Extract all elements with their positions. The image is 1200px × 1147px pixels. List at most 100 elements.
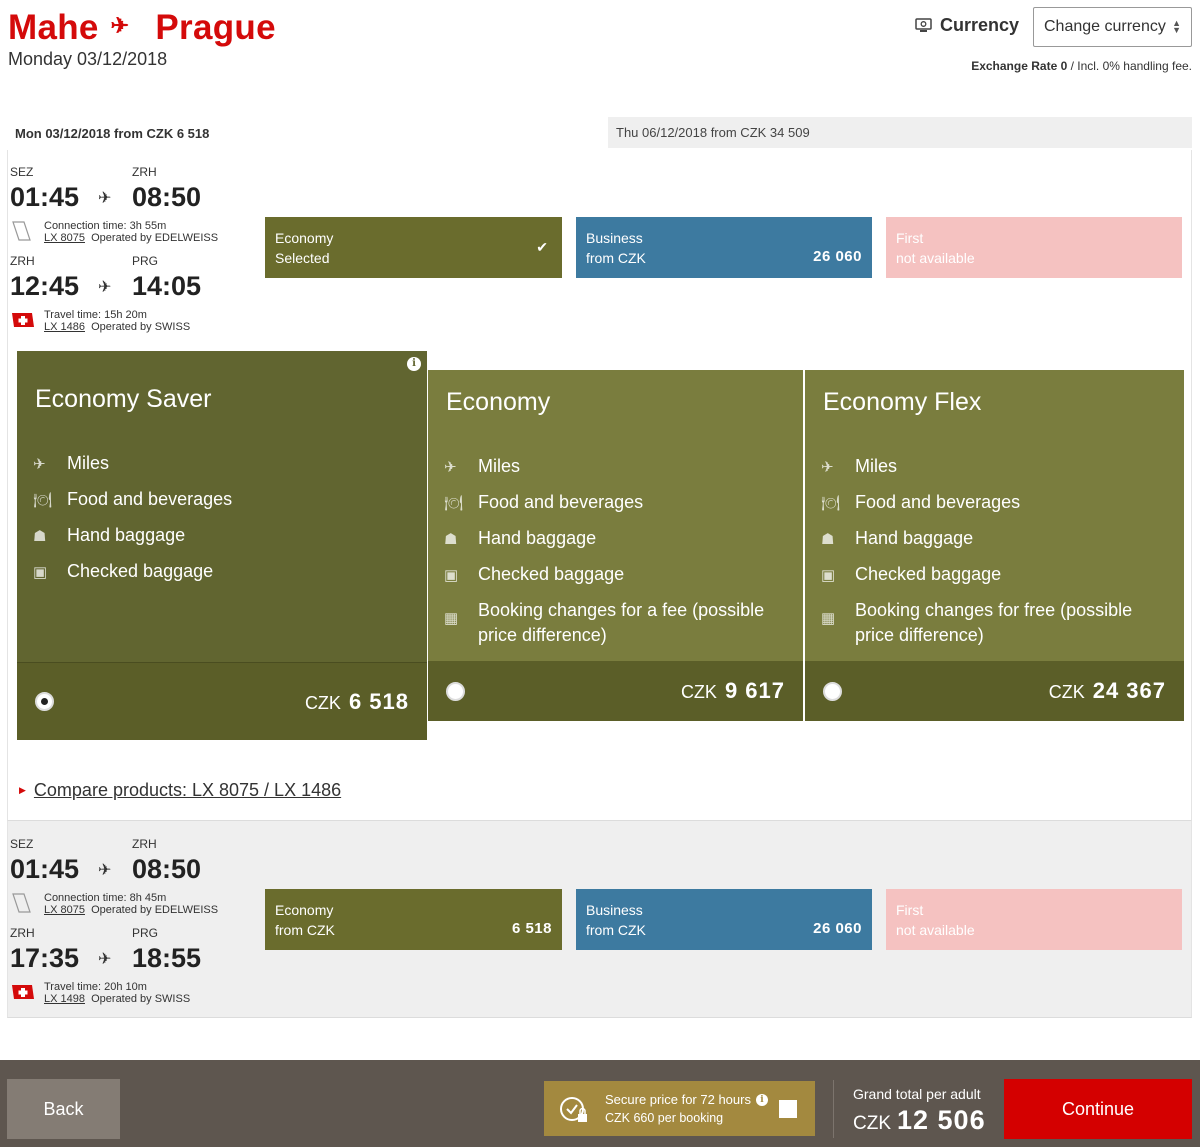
departure-time: 01:45 xyxy=(10,182,80,212)
fare-feature: 🍽 Food and beverages xyxy=(33,487,232,513)
plane-icon: ✈ xyxy=(98,950,112,968)
currency-select[interactable]: Change currency ▲ ▼ xyxy=(1033,7,1192,47)
cabin-economy-1[interactable]: Economy Selected ✔ xyxy=(265,217,562,278)
fare-price: CZK 6 518 xyxy=(304,688,409,714)
info-icon[interactable]: i xyxy=(407,357,421,371)
swiss-logo-icon xyxy=(12,313,34,327)
segment-2-1: SEZ ZRH 01:45 ✈ 08:50 Connection time: 8h 4… xyxy=(10,837,219,916)
flight-number-link[interactable]: LX 1498 xyxy=(44,993,85,1005)
fare-feature: ✈ Miles xyxy=(33,451,232,477)
compare-products-link[interactable]: ▶ Compare products: LX 8075 / LX 1486 xyxy=(19,780,341,801)
travel-date: Monday 03/12/2018 xyxy=(8,49,168,69)
arrival-time: 08:50 xyxy=(132,182,202,212)
fare-feature: ▣ Checked baggage xyxy=(821,562,1155,588)
hand-baggage-icon: ☗ xyxy=(444,531,458,548)
origin-city: Mahe xyxy=(8,8,99,47)
cabin-price: 6 518 xyxy=(511,920,552,937)
fare-feature: ✈ Miles xyxy=(821,454,1155,480)
destination-code: ZRH xyxy=(132,837,157,851)
fare-title: Economy Flex xyxy=(823,388,982,416)
origin-code: ZRH xyxy=(10,254,35,268)
cabin-business-1[interactable]: Business from CZK 26 060 xyxy=(576,217,872,278)
grand-total: Grand total per adult CZK 12 506 xyxy=(853,1086,986,1135)
secure-price-checkbox[interactable] xyxy=(779,1100,797,1118)
flight-number-link[interactable]: LX 8075 xyxy=(44,904,85,916)
info-icon[interactable]: i xyxy=(755,1093,768,1106)
continue-button[interactable]: Continue xyxy=(1004,1079,1192,1139)
destination-code: PRG xyxy=(132,254,159,268)
segment-1-1: SEZ ZRH 01:45 ✈ 08:50 Connection time: 3h 5… xyxy=(10,165,219,244)
fare-feature: 🍽 Food and beverages xyxy=(444,490,778,516)
cabin-first-2: First not available xyxy=(886,889,1182,950)
currency-icon xyxy=(915,18,932,32)
departure-time: 01:45 xyxy=(10,854,80,884)
fare-economy-saver[interactable]: i Economy Saver ✈ Miles 🍽 Food and beverag… xyxy=(17,351,427,740)
fare-price: CZK 24 367 xyxy=(1048,678,1166,703)
edelweiss-logo-icon xyxy=(12,893,31,913)
miles-icon: ✈ xyxy=(821,459,834,476)
secure-price-option[interactable]: Secure price for 72 hours i CZK 660 per b… xyxy=(544,1081,815,1136)
cabin-economy-2[interactable]: Economy from CZK 6 518 xyxy=(265,889,562,950)
departure-time: 12:45 xyxy=(10,271,80,301)
origin-code: ZRH xyxy=(10,926,35,940)
back-button[interactable]: Back xyxy=(7,1079,120,1139)
cabin-price: 26 060 xyxy=(813,248,862,265)
fare-footer: CZK 9 617 xyxy=(428,661,803,721)
fare-feature: ✈ Miles xyxy=(444,454,778,480)
fare-feature: ☗ Hand baggage xyxy=(33,523,232,549)
destination-code: PRG xyxy=(132,926,159,940)
fare-radio[interactable] xyxy=(823,681,842,701)
fare-feature: ▣ Checked baggage xyxy=(444,562,778,588)
fare-feature: 🍽 Food and beverages xyxy=(821,490,1155,516)
checked-baggage-icon: ▣ xyxy=(33,564,48,581)
origin-code: SEZ xyxy=(10,837,34,851)
fare-feature: ☗ Hand baggage xyxy=(821,526,1155,552)
food-icon: 🍽 xyxy=(821,495,841,512)
cabin-price: 26 060 xyxy=(813,920,862,937)
segment-2-2: ZRH PRG 17:35 ✈ 18:55 Travel time: 20h 10m L… xyxy=(10,926,202,1005)
departure-time: 17:35 xyxy=(10,943,80,973)
flight-number-link[interactable]: LX 8075 xyxy=(44,232,85,244)
destination-city: Prague xyxy=(155,8,276,47)
fare-title: Economy xyxy=(446,388,551,416)
food-icon: 🍽 xyxy=(33,492,53,509)
cabin-first-1: First not available xyxy=(886,217,1182,278)
checked-baggage-icon: ▣ xyxy=(821,567,836,584)
hand-baggage-icon: ☗ xyxy=(821,531,835,548)
origin-code: SEZ xyxy=(10,165,34,179)
calendar-icon: ▦ xyxy=(444,610,459,627)
route-title: Mahe ✈ Prague xyxy=(8,8,276,48)
segment-1-2: ZRH PRG 12:45 ✈ 14:05 Travel time: 15h 20m L… xyxy=(10,254,202,333)
fare-footer: CZK 6 518 xyxy=(17,662,427,740)
fare-radio-selected[interactable] xyxy=(35,692,54,711)
currency-label: Currency xyxy=(915,15,1019,36)
arrival-time: 08:50 xyxy=(132,854,202,884)
select-arrows-icon: ▲ ▼ xyxy=(1172,18,1181,35)
fare-radio[interactable] xyxy=(446,681,465,701)
plane-icon: ✈ xyxy=(98,278,112,296)
destination-code: ZRH xyxy=(132,165,157,179)
plane-icon: ✈ xyxy=(98,861,112,879)
flight-number-link[interactable]: LX 1486 xyxy=(44,321,85,333)
check-icon: ✔ xyxy=(536,239,548,255)
clock-lock-icon xyxy=(560,1097,587,1122)
checked-baggage-icon: ▣ xyxy=(444,567,459,584)
fare-economy[interactable]: Economy ✈ Miles 🍽 Food and beverages ☗ Hand… xyxy=(428,370,803,721)
miles-icon: ✈ xyxy=(33,456,46,473)
fare-footer: CZK 24 367 xyxy=(805,661,1184,721)
fare-price: CZK 9 617 xyxy=(680,678,785,703)
fare-feature: ▣ Checked baggage xyxy=(33,559,232,585)
fare-feature: ▦ Booking changes for free (possible pric… xyxy=(821,600,1133,645)
date-tab-active[interactable]: Mon 03/12/2018 from CZK 6 518 xyxy=(7,117,608,151)
food-icon: 🍽 xyxy=(444,495,464,512)
fare-feature: ▦ Booking changes for a fee (possible pri… xyxy=(444,600,765,645)
fare-economy-flex[interactable]: Economy Flex ✈ Miles 🍽 Food and beverages … xyxy=(805,370,1184,721)
swiss-logo-icon xyxy=(12,985,34,999)
plane-icon: ✈ xyxy=(110,13,130,38)
calendar-icon: ▦ xyxy=(821,610,836,627)
cabin-business-2[interactable]: Business from CZK 26 060 xyxy=(576,889,872,950)
arrival-time: 14:05 xyxy=(132,271,202,301)
divider xyxy=(833,1080,834,1138)
date-tab-next[interactable]: Thu 06/12/2018 from CZK 34 509 xyxy=(608,117,1192,148)
hand-baggage-icon: ☗ xyxy=(33,528,47,545)
